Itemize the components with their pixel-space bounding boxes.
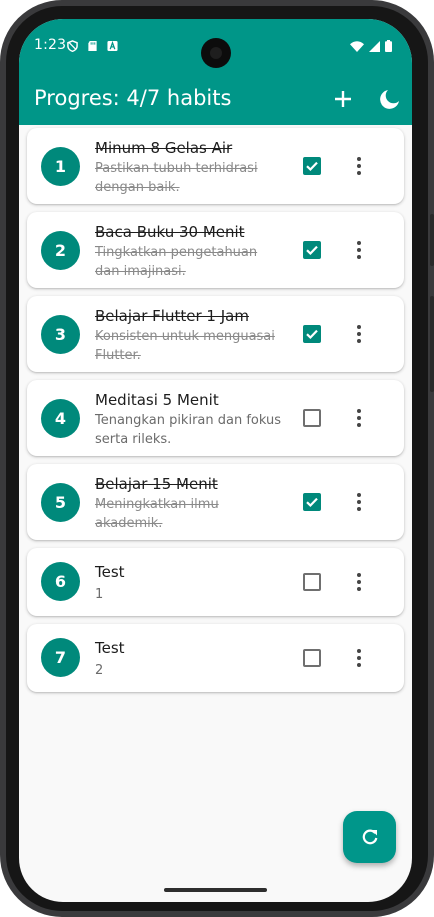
habit-done-checkbox[interactable] <box>303 157 321 175</box>
theme-toggle-button[interactable] <box>373 83 405 115</box>
habit-number: 3 <box>54 325 67 344</box>
habit-number: 2 <box>54 241 67 260</box>
status-time: 1:23 <box>34 37 67 53</box>
habit-number-avatar: 4 <box>41 399 80 438</box>
power-button <box>430 296 434 392</box>
more-vert-icon[interactable] <box>347 490 371 514</box>
habit-card[interactable]: 7 Test 2 <box>27 624 404 692</box>
habit-title: Baca Buku 30 Menit <box>95 223 245 241</box>
front-camera <box>201 38 231 68</box>
dark-mode-moon-icon <box>379 89 399 109</box>
habit-card[interactable]: 1 Minum 8 Gelas Air Pastikan tubuh terhi… <box>27 128 404 204</box>
refresh-icon <box>362 829 377 845</box>
habit-card[interactable]: 4 Meditasi 5 Menit Tenangkan pikiran dan… <box>27 380 404 456</box>
battery-icon <box>385 40 392 52</box>
reset-fab-button[interactable] <box>343 811 396 863</box>
habit-number: 4 <box>54 409 67 428</box>
habit-done-checkbox[interactable] <box>303 409 321 427</box>
habit-card[interactable]: 3 Belajar Flutter 1 Jam Konsisten untuk … <box>27 296 404 372</box>
more-vert-icon[interactable] <box>347 238 371 262</box>
checkmark-icon <box>306 329 318 340</box>
gesture-nav-bar[interactable] <box>164 888 267 892</box>
vpn-shield-icon <box>67 40 78 52</box>
habit-done-checkbox[interactable] <box>303 573 321 591</box>
cellular-signal-icon <box>369 40 380 52</box>
more-vert-icon[interactable] <box>347 646 371 670</box>
more-vert-icon[interactable] <box>347 154 371 178</box>
status-bar: 1:23 <box>19 19 412 71</box>
volume-button <box>430 214 434 266</box>
habit-description: Meningkatkan ilmu akademik. <box>95 497 219 531</box>
habit-number-avatar: 2 <box>41 231 80 270</box>
habit-title: Test <box>95 639 125 657</box>
habit-description: Tenangkan pikiran dan fokus serta rileks… <box>95 413 282 447</box>
habit-title: Minum 8 Gelas Air <box>95 139 233 157</box>
habit-description: 2 <box>95 663 104 678</box>
notification-a-icon <box>107 40 118 52</box>
habit-done-checkbox[interactable] <box>303 241 321 259</box>
habit-number-avatar: 7 <box>41 638 80 677</box>
habit-title: Meditasi 5 Menit <box>95 391 219 409</box>
habit-done-checkbox[interactable] <box>303 649 321 667</box>
habit-done-checkbox[interactable] <box>303 325 321 343</box>
habit-description: Tingkatkan pengetahuan dan imajinasi. <box>95 245 258 279</box>
app-header: 1:23 Progres: 4/7 habits <box>19 19 412 125</box>
habit-list: 1 Minum 8 Gelas Air Pastikan tubuh terhi… <box>27 128 404 700</box>
wifi-icon <box>350 40 364 52</box>
more-vert-icon[interactable] <box>347 322 371 346</box>
habit-card[interactable]: 2 Baca Buku 30 Menit Tingkatkan pengetah… <box>27 212 404 288</box>
app-screen: 1:23 Progres: 4/7 habits 1 Minum 8 Gelas… <box>19 19 412 902</box>
habit-title: Belajar 15 Menit <box>95 475 218 493</box>
habit-done-checkbox[interactable] <box>303 493 321 511</box>
plus-icon <box>335 91 351 107</box>
sd-card-icon <box>88 40 97 52</box>
habit-number-avatar: 1 <box>41 147 80 186</box>
habit-number: 7 <box>54 648 67 667</box>
habit-number: 5 <box>54 493 67 512</box>
more-vert-icon[interactable] <box>347 406 371 430</box>
habit-title: Test <box>95 563 125 581</box>
habit-number-avatar: 3 <box>41 315 80 354</box>
page-title: Progres: 4/7 habits <box>34 86 232 110</box>
habit-number-avatar: 6 <box>41 562 80 601</box>
more-vert-icon[interactable] <box>347 570 371 594</box>
checkmark-icon <box>306 161 318 172</box>
habit-description: 1 <box>95 587 104 602</box>
checkmark-icon <box>306 245 318 256</box>
habit-card[interactable]: 6 Test 1 <box>27 548 404 616</box>
habit-number: 6 <box>54 572 67 591</box>
habit-description: Konsisten untuk menguasai Flutter. <box>95 329 275 363</box>
habit-number: 1 <box>54 157 67 176</box>
add-habit-button[interactable] <box>327 83 359 115</box>
checkmark-icon <box>306 497 318 508</box>
habit-title: Belajar Flutter 1 Jam <box>95 307 249 325</box>
habit-number-avatar: 5 <box>41 483 80 522</box>
habit-card[interactable]: 5 Belajar 15 Menit Meningkatkan ilmu aka… <box>27 464 404 540</box>
habit-description: Pastikan tubuh terhidrasi dengan baik. <box>95 161 258 195</box>
